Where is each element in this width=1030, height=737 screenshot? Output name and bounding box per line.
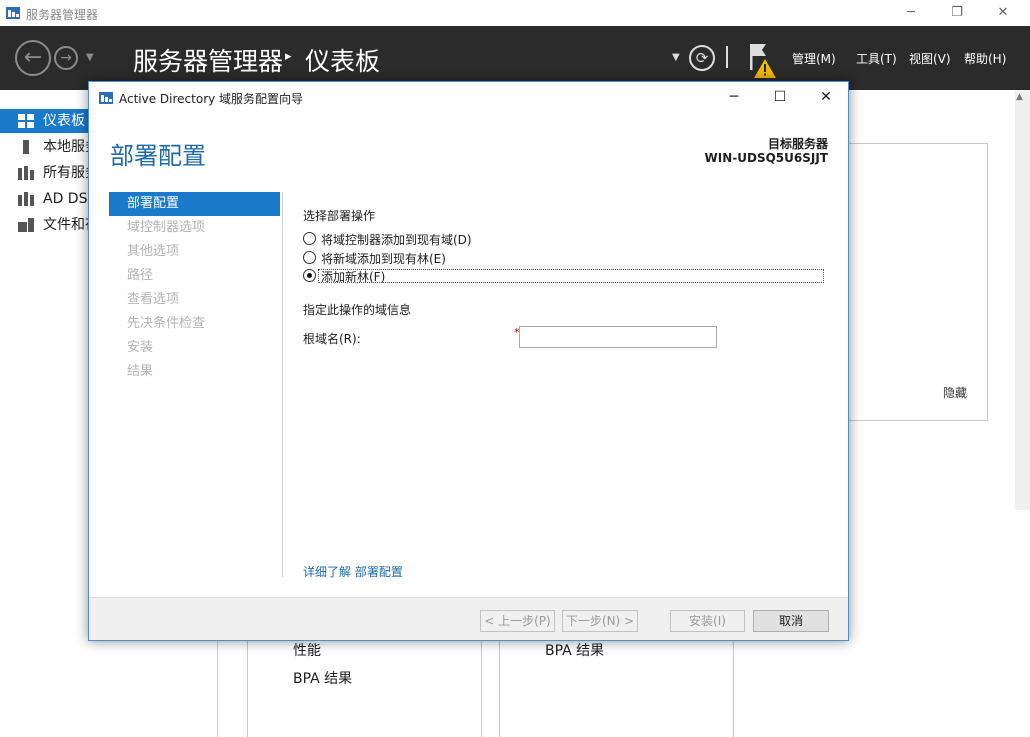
root-domain-label: 根域名(R): (303, 332, 361, 346)
restore-button[interactable]: ❐ (934, 0, 980, 26)
wizard-step-prereq: 先决条件检查 (127, 316, 206, 331)
radio-label: 将新域添加到现有林(E) (321, 252, 446, 266)
menu-manage[interactable]: 管理(M) (792, 50, 836, 67)
wizard-heading: 部署配置 (110, 142, 206, 170)
header-title: 服务器管理器 (133, 47, 284, 76)
dialog-close-button[interactable]: ✕ (803, 82, 849, 112)
dialog-title: Active Directory 域服务配置向导 (119, 92, 304, 106)
back-arrow-icon[interactable]: ← (15, 40, 51, 76)
wizard-step-review: 查看选项 (127, 292, 180, 307)
header-separator (726, 46, 728, 68)
local-server-icon (23, 140, 29, 154)
close-button[interactable]: ✕ (980, 0, 1026, 26)
file-storage-icon (18, 218, 34, 232)
cancel-button[interactable]: 取消 (753, 610, 829, 632)
ad-ds-icon (18, 192, 34, 206)
breadcrumb-arrow-icon: ▸ (285, 49, 292, 64)
server-tile-right: BPA 结果 (499, 630, 734, 737)
wizard-step-install: 安装 (127, 340, 154, 355)
domain-info-label: 指定此操作的域信息 (303, 303, 412, 317)
server-manager-icon (6, 7, 20, 19)
radio-button-selected[interactable] (303, 269, 316, 282)
radio-button[interactable] (303, 251, 316, 264)
wizard-step-paths: 路径 (127, 268, 154, 283)
target-server-name: WIN-UDSQ5U6SJJT (704, 151, 828, 165)
wizard-step-additional-options: 其他选项 (127, 244, 180, 259)
steps-divider (282, 192, 283, 577)
history-dropdown-icon[interactable]: ▼ (86, 52, 94, 63)
tile-bpa-results[interactable]: BPA 结果 (293, 668, 352, 688)
hide-link[interactable]: 隐藏 (943, 384, 967, 401)
sidebar-item-label: 仪表板 (43, 113, 85, 129)
dialog-maximize-button[interactable]: ☐ (757, 82, 803, 112)
tile-bpa-results[interactable]: BPA 结果 (545, 640, 604, 660)
wizard-step-results: 结果 (127, 364, 154, 379)
focus-rectangle (318, 269, 824, 283)
header-page-title: 仪表板 (305, 47, 381, 76)
sm-titlebar: 服务器管理器 ─ ❐ ✕ (0, 0, 1030, 26)
sidebar-item-label: AD DS (43, 191, 88, 207)
menu-help[interactable]: 帮助(H) (964, 50, 1006, 67)
dashboard-icon (18, 114, 34, 128)
learn-more-link[interactable]: 详细了解 部署配置 (303, 563, 403, 580)
screen: 服务器管理器 ─ ❐ ✕ ← → ▼ 服务器管理器 ▸ 仪表板 ▼ ⟳ 管理(M… (0, 0, 1030, 737)
refresh-icon[interactable]: ⟳ (689, 45, 715, 71)
dialog-minimize-button[interactable]: ─ (711, 82, 757, 112)
tile-performance[interactable]: 性能 (293, 640, 321, 660)
wizard-step-deployment[interactable]: 部署配置 (109, 192, 280, 216)
header-dropdown-icon[interactable]: ▼ (672, 52, 680, 63)
vertical-scrollbar[interactable] (1015, 90, 1030, 510)
target-server-label: 目标服务器 (767, 137, 828, 151)
menu-view[interactable]: 视图(V) (909, 50, 951, 67)
all-servers-icon (18, 166, 34, 180)
sm-window-title: 服务器管理器 (26, 8, 99, 22)
install-button[interactable]: 安装(I) (670, 610, 745, 632)
root-domain-input[interactable] (519, 326, 717, 348)
dialog-footer: < 上一步(P) 下一步(N) > 安装(I) 取消 (89, 597, 848, 640)
minimize-button[interactable]: ─ (888, 0, 934, 26)
prev-button[interactable]: < 上一步(P) (480, 610, 555, 632)
server-tile-left: 性能 BPA 结果 (247, 630, 482, 737)
server-manager-icon (99, 92, 113, 104)
radio-button[interactable] (303, 232, 316, 245)
deployment-operation-title: 选择部署操作 (303, 209, 376, 223)
next-button[interactable]: 下一步(N) > (562, 610, 638, 632)
menu-tools[interactable]: 工具(T) (856, 50, 897, 67)
scroll-up-icon[interactable]: ▲ (1016, 92, 1023, 102)
forward-arrow-icon[interactable]: → (54, 46, 78, 70)
notification-flag-icon[interactable] (748, 42, 778, 80)
adds-config-wizard-dialog: Active Directory 域服务配置向导 ─ ☐ ✕ 部署配置 目标服务… (88, 81, 849, 641)
wizard-step-dc-options: 域控制器选项 (127, 220, 206, 235)
dialog-titlebar[interactable]: Active Directory 域服务配置向导 ─ ☐ ✕ (89, 82, 848, 112)
radio-label: 将域控制器添加到现有域(D) (321, 233, 472, 247)
